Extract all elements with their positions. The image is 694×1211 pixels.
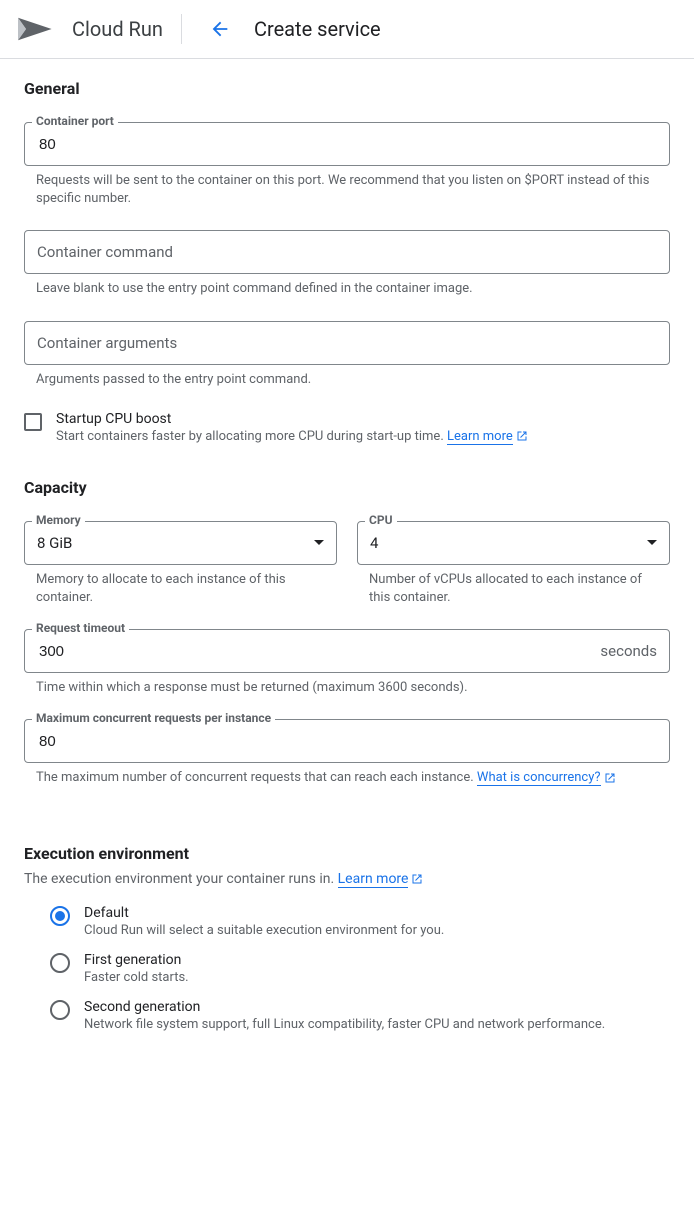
vertical-divider	[181, 14, 182, 44]
startup-boost-learn-more-link[interactable]: Learn more	[447, 429, 513, 445]
memory-value: 8 GiB	[37, 534, 72, 552]
back-button[interactable]	[200, 9, 240, 49]
topbar: Cloud Run Create service	[0, 0, 694, 59]
startup-cpu-boost-checkbox[interactable]	[24, 413, 42, 431]
exec-env-option-default: Default Cloud Run will select a suitable…	[50, 905, 670, 938]
concurrency-input[interactable]	[37, 732, 657, 751]
memory-help: Memory to allocate to each instance of t…	[24, 571, 337, 607]
cpu-label: CPU	[365, 513, 397, 527]
container-command-field[interactable]: Container command	[24, 230, 670, 274]
request-timeout-field: Request timeout seconds	[24, 629, 670, 673]
startup-cpu-boost-help: Start containers faster by allocating mo…	[56, 429, 670, 444]
exec-env-option-second-gen: Second generation Network file system su…	[50, 999, 670, 1032]
radio-second-gen-help: Network file system support, full Linux …	[84, 1017, 670, 1032]
container-port-field[interactable]: Container port	[24, 122, 670, 166]
request-timeout-label: Request timeout	[32, 621, 129, 635]
cpu-value: 4	[370, 534, 378, 552]
container-arguments-help: Arguments passed to the entry point comm…	[24, 371, 670, 389]
memory-field: Memory 8 GiB	[24, 521, 337, 565]
cpu-help: Number of vCPUs allocated to each instan…	[357, 571, 670, 607]
container-port-help: Requests will be sent to the container o…	[24, 172, 670, 208]
concurrency-label: Maximum concurrent requests per instance	[32, 711, 275, 725]
container-command-input[interactable]: Container command	[24, 230, 670, 274]
container-port-label: Container port	[32, 114, 118, 128]
concurrency-help: The maximum number of concurrent request…	[24, 769, 670, 787]
external-link-icon	[516, 430, 528, 442]
concurrency-field: Maximum concurrent requests per instance	[24, 719, 670, 763]
concurrency-link[interactable]: What is concurrency?	[477, 770, 601, 786]
memory-select[interactable]: 8 GiB	[24, 521, 337, 565]
memory-label: Memory	[32, 513, 85, 527]
radio-first-gen[interactable]	[50, 953, 70, 973]
request-timeout-box[interactable]: seconds	[24, 629, 670, 673]
exec-env-option-first-gen: First generation Faster cold starts.	[50, 952, 670, 985]
request-timeout-input[interactable]	[37, 642, 600, 661]
startup-cpu-boost-label: Startup CPU boost	[56, 411, 670, 427]
exec-env-learn-more-link[interactable]: Learn more	[338, 871, 409, 888]
radio-first-gen-help: Faster cold starts.	[84, 970, 670, 985]
request-timeout-help: Time within which a response must be ret…	[24, 679, 670, 697]
radio-default-label: Default	[84, 905, 670, 921]
product-name: Cloud Run	[72, 17, 163, 41]
external-link-icon	[604, 772, 616, 784]
request-timeout-suffix: seconds	[600, 642, 657, 660]
container-arguments-field[interactable]: Container arguments	[24, 321, 670, 365]
cpu-select[interactable]: 4	[357, 521, 670, 565]
arrow-left-icon	[209, 18, 231, 40]
radio-first-gen-label: First generation	[84, 952, 670, 968]
radio-default-help: Cloud Run will select a suitable executi…	[84, 923, 670, 938]
radio-default[interactable]	[50, 906, 70, 926]
startup-cpu-boost-row: Startup CPU boost Start containers faste…	[24, 411, 670, 444]
container-command-help: Leave blank to use the entry point comma…	[24, 280, 670, 298]
dropdown-arrow-icon	[647, 540, 657, 545]
exec-env-radio-group: Default Cloud Run will select a suitable…	[24, 905, 670, 1032]
radio-second-gen[interactable]	[50, 1000, 70, 1020]
radio-second-gen-label: Second generation	[84, 999, 670, 1015]
external-link-icon	[411, 873, 423, 885]
dropdown-arrow-icon	[314, 540, 324, 545]
general-section-title: General	[24, 79, 670, 98]
container-arguments-input[interactable]: Container arguments	[24, 321, 670, 365]
exec-env-description: The execution environment your container…	[24, 871, 670, 887]
container-port-input[interactable]	[37, 135, 657, 154]
exec-env-section-title: Execution environment	[24, 844, 670, 863]
cloud-run-logo	[14, 13, 54, 45]
cpu-field: CPU 4	[357, 521, 670, 565]
capacity-section-title: Capacity	[24, 478, 670, 497]
page-title: Create service	[254, 17, 381, 41]
